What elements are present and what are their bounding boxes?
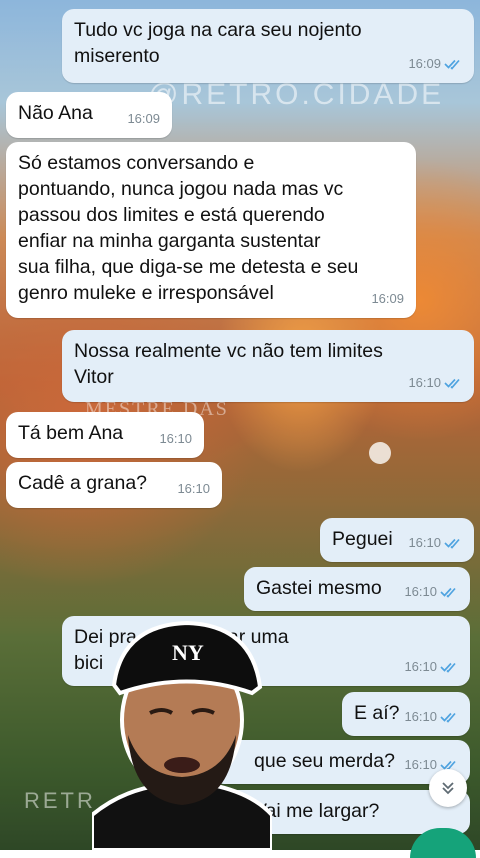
message-time: 16:09 xyxy=(408,56,441,71)
message-meta: 16:09 xyxy=(127,106,160,132)
double-check-icon xyxy=(440,587,456,598)
double-check-icon xyxy=(444,378,460,389)
svg-text:NY: NY xyxy=(172,640,204,665)
message-bubble-incoming[interactable]: Não Ana 16:09 xyxy=(6,92,172,138)
message-time: 16:10 xyxy=(404,584,437,599)
message-time: 16:09 xyxy=(371,291,404,306)
facecam-person-overlay: NY xyxy=(92,620,272,850)
message-bubble-outgoing[interactable]: E aí? 16:10 xyxy=(342,692,470,736)
message-bubble-outgoing[interactable]: Peguei 16:10 xyxy=(320,518,474,562)
message-meta: 16:09 xyxy=(371,286,404,312)
message-meta: 16:10 xyxy=(408,370,462,396)
chevron-double-down-icon xyxy=(442,782,454,795)
message-time: 16:10 xyxy=(408,535,441,550)
double-check-icon xyxy=(440,662,456,673)
message-bubble-incoming[interactable]: Só estamos conversando e pontuando, nunc… xyxy=(6,142,416,318)
scroll-to-bottom-button[interactable] xyxy=(429,769,467,807)
wallpaper-moon xyxy=(369,442,391,464)
message-time: 16:09 xyxy=(127,111,160,126)
message-meta: 16:10 xyxy=(159,426,192,452)
message-time: 16:10 xyxy=(159,431,192,446)
watermark-bottom: RETR xyxy=(24,788,96,813)
message-meta: 16:09 xyxy=(408,51,462,77)
message-meta: 16:10 xyxy=(404,579,458,605)
message-time: 16:10 xyxy=(404,709,437,724)
message-text: Só estamos conversando e pontuando, nunc… xyxy=(18,152,359,304)
message-time: 16:10 xyxy=(404,659,437,674)
double-check-icon xyxy=(444,538,460,549)
double-check-icon xyxy=(444,59,460,70)
message-time: 16:10 xyxy=(177,481,210,496)
message-meta: 16:10 xyxy=(404,654,458,680)
message-text: Tudo vc joga na cara seu nojento miseren… xyxy=(74,19,362,67)
message-meta: 16:10 xyxy=(177,476,210,502)
double-check-icon xyxy=(440,712,456,723)
message-bubble-outgoing[interactable]: Nossa realmente vc não tem limites Vitor… xyxy=(62,330,474,402)
message-bubble-incoming[interactable]: Tá bem Ana 16:10 xyxy=(6,412,204,458)
message-time: 16:10 xyxy=(404,757,437,772)
message-time: 16:10 xyxy=(408,375,441,390)
message-text: Nossa realmente vc não tem limites Vitor xyxy=(74,340,383,388)
watermark-top: @RETRO.CIDADE xyxy=(148,78,445,111)
message-meta: 16:10 xyxy=(408,530,462,556)
message-bubble-outgoing[interactable]: Gastei mesmo 16:10 xyxy=(244,567,470,611)
message-bubble-incoming[interactable]: Cadê a grana? 16:10 xyxy=(6,462,222,508)
message-meta: 16:10 xyxy=(404,704,458,730)
message-bubble-outgoing[interactable]: Tudo vc joga na cara seu nojento miseren… xyxy=(62,9,474,83)
